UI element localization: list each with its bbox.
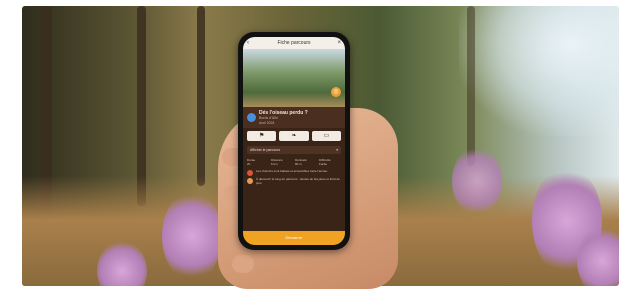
app-header: ‹ Fiche parcours × (243, 37, 345, 49)
route-select[interactable]: Afficher le parcours ▾ (247, 146, 341, 154)
stat-value: 80 m (295, 162, 302, 166)
screen-title: Fiche parcours (277, 40, 311, 46)
sky-glow (459, 6, 619, 136)
note-item: À découvrir le long du parcours : landes… (247, 177, 341, 186)
stat-item: Durée 2h (247, 158, 269, 166)
leaf-icon[interactable]: ❧ (279, 131, 309, 141)
stat-value: 2h (247, 162, 251, 166)
camera-icon[interactable]: ◎ (331, 87, 341, 97)
heather-flower (162, 191, 222, 281)
heather-flower (452, 146, 502, 216)
phone-screen: ‹ Fiche parcours × ◎ Dés l'oiseau perdu … (243, 37, 345, 245)
route-select-label: Afficher le parcours (250, 148, 281, 152)
stat-value: 6 km (271, 162, 278, 166)
pin-icon (247, 178, 253, 184)
stat-value: Facile (319, 162, 328, 166)
action-bar: ⚑ ❧ ▭ (243, 128, 345, 144)
flag-icon[interactable]: ⚑ (247, 131, 277, 141)
note-item: Les chemins sont balisés et accessibles … (247, 169, 341, 176)
chevron-down-icon: ▾ (336, 148, 338, 152)
close-icon[interactable]: × (337, 37, 341, 49)
tree-trunk (467, 6, 475, 166)
trail-meta-date: Avril 2024 (259, 120, 275, 125)
note-text: Les chemins sont balisés et accessibles … (256, 169, 328, 173)
trail-info: Dés l'oiseau perdu ? Bords d'Ulhi Avril … (243, 107, 345, 128)
stat-item: Distance 6 km (271, 158, 293, 166)
info-icon (247, 170, 253, 176)
note-text: À découvrir le long du parcours : landes… (256, 177, 340, 185)
stat-item: Difficulté Facile (319, 158, 341, 166)
smartphone: ‹ Fiche parcours × ◎ Dés l'oiseau perdu … (238, 32, 350, 250)
camera-icon[interactable]: ▭ (311, 131, 341, 141)
tree-trunk (197, 6, 205, 186)
trail-hero-image: ◎ (243, 49, 345, 107)
finger (232, 255, 254, 273)
chevron-left-icon[interactable]: ‹ (247, 37, 249, 49)
avatar (247, 113, 256, 122)
start-button[interactable]: Démarrer (243, 231, 345, 245)
trail-stats: Durée 2h Distance 6 km Dénivelé 80 m Dif… (243, 156, 345, 168)
stat-item: Dénivelé 80 m (295, 158, 317, 166)
